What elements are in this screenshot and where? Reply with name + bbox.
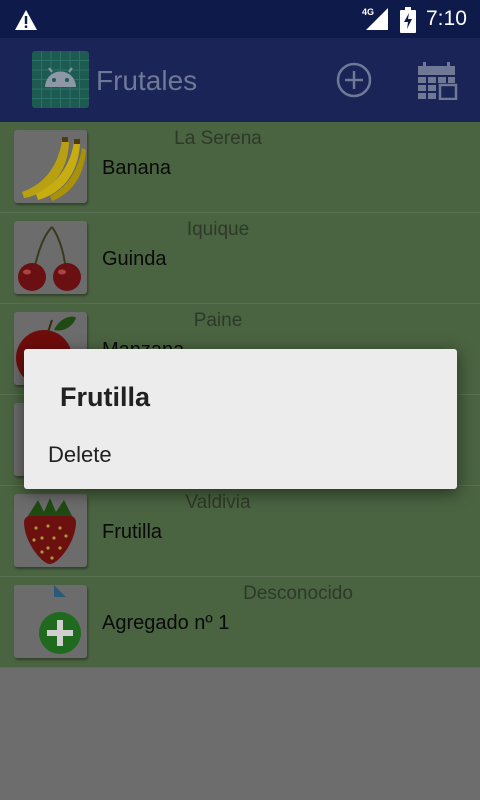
cherry-icon [14, 221, 87, 294]
android-app-icon [32, 51, 89, 108]
fruit-name: Frutilla [102, 521, 163, 543]
list-item[interactable]: Valdivia Frutilla [0, 486, 480, 577]
fruit-name: Guinda [102, 248, 167, 270]
list-item[interactable]: La Serena Banana [0, 122, 480, 213]
calendar-icon[interactable] [418, 62, 458, 100]
fruit-city: La Serena [174, 128, 262, 149]
list-item[interactable]: Iquique Guinda [0, 213, 480, 304]
network-type-label: 4G [362, 7, 375, 17]
fruit-city: Paine [193, 310, 243, 331]
context-menu-dialog: Frutilla Delete [24, 349, 457, 489]
add-circle-icon[interactable] [336, 62, 372, 98]
banana-icon [14, 130, 87, 203]
warning-icon [15, 10, 37, 30]
status-clock: 7:10 [426, 7, 467, 30]
fruit-city: Desconocido [243, 583, 353, 604]
fruit-name: Agregado nº 1 [102, 612, 230, 634]
status-bar: 4G 7:10 [0, 0, 480, 38]
delete-menu-item[interactable]: Delete [48, 442, 112, 468]
strawberry-icon [14, 494, 87, 567]
app-bar: Frutales [0, 38, 480, 122]
dialog-title: Frutilla [60, 382, 151, 412]
battery-charging-icon [400, 7, 416, 33]
fruit-name: Banana [102, 157, 171, 179]
fruit-city: Iquique [186, 219, 250, 240]
app-title: Frutales [96, 65, 198, 96]
fruit-city: Valdivia [185, 492, 251, 513]
list-item[interactable]: Desconocido Agregado nº 1 [0, 577, 480, 668]
add-document-icon [14, 585, 87, 658]
